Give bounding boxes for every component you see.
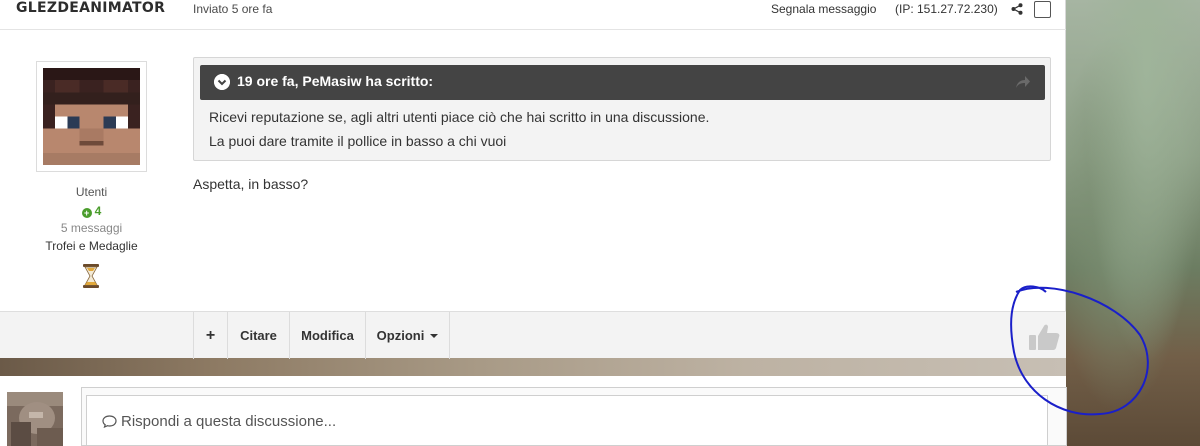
reputation-badge[interactable]: +4 <box>0 204 183 218</box>
reply-placeholder-text: Rispondi a questa discussione... <box>121 413 337 430</box>
post-time[interactable]: Inviato 5 ore fa <box>193 2 272 16</box>
caret-down-icon <box>430 333 439 338</box>
reputation-count: 4 <box>94 204 102 218</box>
quote-text-line: Ricevi reputazione se, agli altri utenti… <box>209 109 710 125</box>
post-body-text: Aspetta, in basso? <box>193 176 309 192</box>
select-post-checkbox[interactable] <box>1034 1 1051 18</box>
user-group: Utenti <box>75 185 108 199</box>
user-photo <box>7 392 63 446</box>
chevron-down-circle-icon[interactable] <box>214 74 230 90</box>
background-right <box>1066 0 1200 446</box>
quote-block: 19 ore fa, PeMasiw ha scritto: Ricevi re… <box>193 57 1051 161</box>
post-footer: + Citare Modifica Opzioni <box>0 311 1066 359</box>
avatar[interactable] <box>36 61 147 172</box>
quote-header[interactable]: 19 ore fa, PeMasiw ha scritto: <box>200 65 1045 100</box>
options-dropdown[interactable]: Opzioni <box>365 312 450 359</box>
post-tools: + Citare Modifica Opzioni <box>193 312 450 359</box>
current-user-avatar[interactable] <box>7 392 63 446</box>
quote-author-line: 19 ore fa, PeMasiw ha scritto: <box>237 73 434 89</box>
plus-circle-icon: + <box>81 208 92 218</box>
quote-text-line: La puoi dare tramite il pollice in basso… <box>209 133 507 149</box>
hourglass-icon[interactable] <box>82 263 100 289</box>
reply-placeholder[interactable]: Rispondi a questa discussione... <box>102 413 336 430</box>
options-label: Opzioni <box>376 328 425 343</box>
share-icon[interactable] <box>1011 3 1023 15</box>
speech-bubble-icon <box>102 415 117 428</box>
edit-button[interactable]: Modifica <box>289 312 365 359</box>
forum-post: GLEZDEANIMATOR Inviato 5 ore fa Segnala … <box>0 0 1066 358</box>
multiquote-button[interactable]: + <box>193 312 227 359</box>
ip-address: (IP: 151.27.72.230) <box>895 2 998 16</box>
minecraft-skin-face <box>43 68 140 165</box>
jump-to-post-icon[interactable] <box>1015 75 1031 89</box>
quote-button[interactable]: Citare <box>227 312 289 359</box>
trophies-link[interactable]: Trofei e Medaglie <box>0 239 183 253</box>
thumbs-up-icon[interactable] <box>1027 322 1061 352</box>
background-strip <box>0 358 1066 376</box>
post-header: GLEZDEANIMATOR Inviato 5 ore fa Segnala … <box>0 0 1066 30</box>
author-name[interactable]: GLEZDEANIMATOR <box>16 0 165 16</box>
post-count: 5 messaggi <box>60 221 123 235</box>
report-post-link[interactable]: Segnala messaggio <box>771 2 876 16</box>
